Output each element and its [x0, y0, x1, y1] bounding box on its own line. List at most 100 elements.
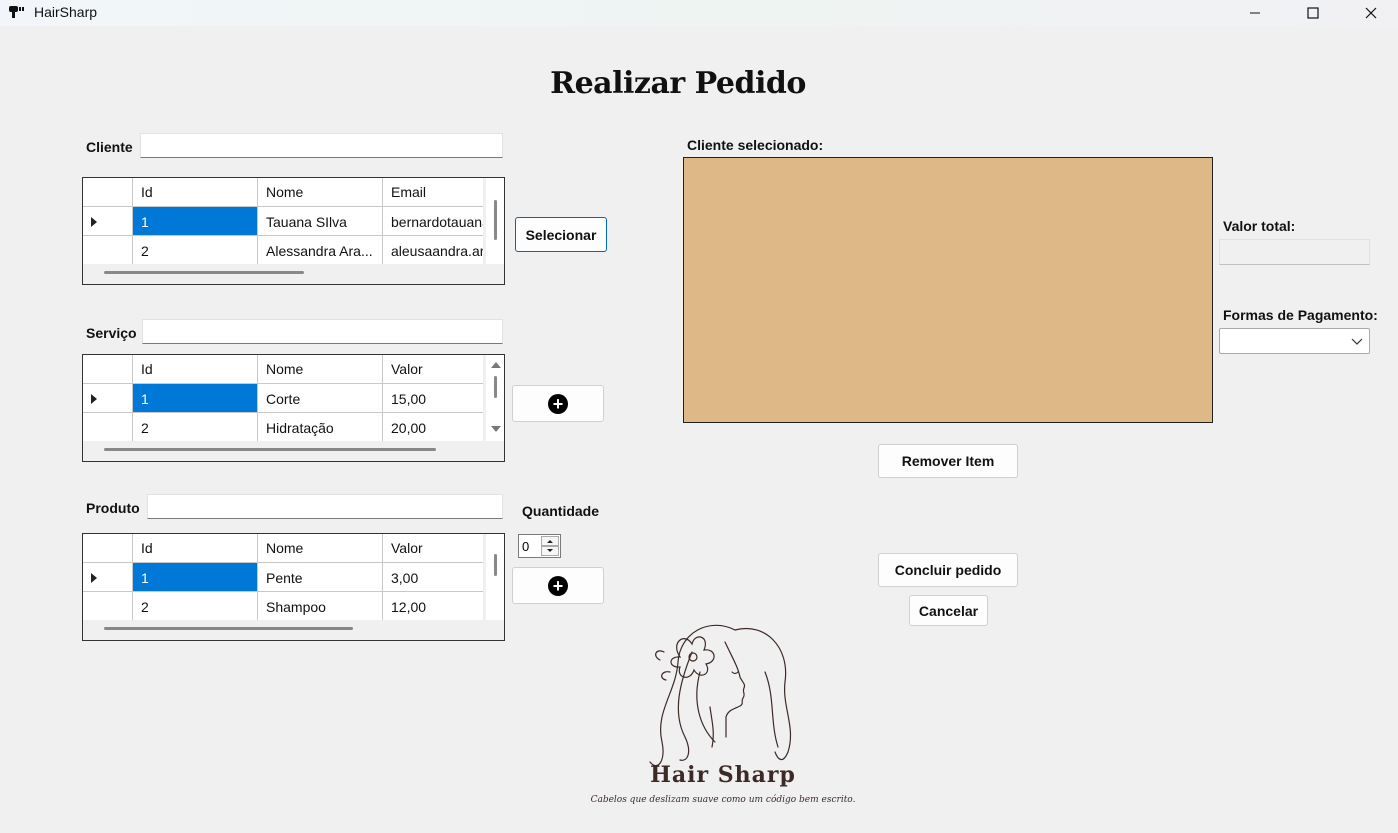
horizontal-scrollbar[interactable] [83, 264, 504, 284]
vertical-scrollbar[interactable] [486, 355, 504, 441]
cell-id[interactable]: 2 [133, 592, 258, 621]
plus-circle-icon: + [548, 393, 568, 414]
chevron-down-icon [1351, 338, 1363, 345]
cell-nome[interactable]: Hidratação [258, 413, 383, 442]
quantity-value[interactable]: 0 [522, 539, 529, 554]
horizontal-scrollbar[interactable] [83, 620, 504, 640]
hair-dryer-icon [9, 6, 24, 18]
brand-name: Hair Sharp [650, 762, 796, 788]
table-row[interactable]: 2 Hidratação 20,00 [83, 413, 483, 442]
servico-label: Serviço [86, 325, 137, 341]
quantidade-label: Quantidade [522, 503, 600, 519]
scrollbar-thumb[interactable] [494, 200, 497, 240]
cell-id[interactable]: 2 [133, 413, 258, 442]
valor-total-label: Valor total: [1223, 218, 1296, 234]
scroll-up-icon[interactable] [491, 362, 501, 368]
produto-label: Produto [86, 500, 140, 516]
row-selector[interactable] [83, 563, 133, 592]
row-selector[interactable] [83, 384, 133, 413]
row-header-corner [83, 178, 133, 207]
remover-item-button[interactable]: Remover Item [878, 444, 1018, 478]
table-row[interactable]: 2 Alessandra Ara... aleusaandra.ar [83, 236, 483, 265]
minimize-button[interactable] [1226, 0, 1284, 26]
grid-header-row: Id Nome Valor [83, 534, 483, 563]
cell-id[interactable]: 1 [133, 384, 258, 413]
cliente-selecionado-label: Cliente selecionado: [687, 137, 824, 153]
cell-nome[interactable]: Shampoo [258, 592, 383, 621]
horizontal-scrollbar[interactable] [83, 441, 504, 461]
close-button[interactable] [1342, 0, 1398, 26]
cell-email[interactable]: aleusaandra.ar [383, 236, 483, 265]
concluir-pedido-button[interactable]: Concluir pedido [878, 553, 1018, 587]
produto-search-input[interactable] [147, 494, 503, 519]
current-row-arrow-icon [91, 573, 97, 583]
cell-id[interactable]: 1 [133, 563, 258, 592]
vertical-scrollbar[interactable] [486, 534, 504, 620]
cell-valor[interactable]: 3,00 [383, 563, 483, 592]
scrollbar-thumb[interactable] [104, 448, 436, 451]
cell-valor[interactable]: 15,00 [383, 384, 483, 413]
cliente-grid: Id Nome Email 1 Tauana SIlva bernardotau… [82, 177, 505, 285]
row-header-corner [83, 534, 133, 563]
maximize-icon [1307, 7, 1319, 19]
cell-nome[interactable]: Pente [258, 563, 383, 592]
add-servico-button[interactable]: + [512, 385, 604, 422]
maximize-button[interactable] [1284, 0, 1342, 26]
cell-valor[interactable]: 20,00 [383, 413, 483, 442]
column-header-valor[interactable]: Valor [383, 355, 483, 384]
scroll-down-icon[interactable] [491, 426, 501, 432]
produto-grid: Id Nome Valor 1 Pente 3,00 2 Shampoo 12,… [82, 533, 505, 641]
cell-email[interactable]: bernardotauana [383, 207, 483, 236]
close-icon [1365, 7, 1377, 19]
table-row[interactable]: 1 Tauana SIlva bernardotauana [83, 207, 483, 236]
current-row-arrow-icon [91, 217, 97, 227]
page-title: Realizar Pedido [550, 66, 806, 101]
spin-up-button[interactable] [541, 536, 559, 546]
row-selector[interactable] [83, 236, 133, 265]
column-header-id[interactable]: Id [133, 178, 258, 207]
selecionar-button[interactable]: Selecionar [515, 217, 607, 252]
table-row[interactable]: 1 Corte 15,00 [83, 384, 483, 413]
table-row[interactable]: 2 Shampoo 12,00 [83, 592, 483, 621]
cancelar-button[interactable]: Cancelar [909, 595, 988, 626]
grid-header-row: Id Nome Valor [83, 355, 483, 384]
cell-id[interactable]: 2 [133, 236, 258, 265]
column-header-nome[interactable]: Nome [258, 534, 383, 563]
row-selector[interactable] [83, 413, 133, 442]
cell-valor[interactable]: 12,00 [383, 592, 483, 621]
cliente-label: Cliente [86, 139, 133, 155]
scrollbar-thumb[interactable] [104, 627, 353, 630]
quantity-stepper[interactable]: 0 [518, 534, 561, 558]
row-header-corner [83, 355, 133, 384]
row-selector[interactable] [83, 207, 133, 236]
cliente-search-input[interactable] [140, 133, 503, 158]
scrollbar-thumb[interactable] [104, 271, 304, 274]
cell-nome[interactable]: Corte [258, 384, 383, 413]
column-header-nome[interactable]: Nome [258, 355, 383, 384]
window-title: HairSharp [34, 4, 98, 20]
spin-down-button[interactable] [541, 546, 559, 556]
row-selector[interactable] [83, 592, 133, 621]
column-header-id[interactable]: Id [133, 534, 258, 563]
chevron-down-icon [547, 549, 553, 552]
cell-nome[interactable]: Alessandra Ara... [258, 236, 383, 265]
scrollbar-thumb[interactable] [494, 554, 497, 576]
table-row[interactable]: 1 Pente 3,00 [83, 563, 483, 592]
column-header-valor[interactable]: Valor [383, 534, 483, 563]
brand-tagline: Cabelos que deslizam suave como um códig… [590, 795, 856, 805]
vertical-scrollbar[interactable] [486, 178, 504, 264]
formas-pagamento-label: Formas de Pagamento: [1223, 307, 1378, 323]
column-header-email[interactable]: Email [383, 178, 483, 207]
cell-id[interactable]: 1 [133, 207, 258, 236]
plus-circle-icon: + [548, 575, 568, 596]
forma-pagamento-select[interactable] [1219, 328, 1370, 354]
grid-header-row: Id Nome Email [83, 178, 483, 207]
column-header-nome[interactable]: Nome [258, 178, 383, 207]
cell-nome[interactable]: Tauana SIlva [258, 207, 383, 236]
add-produto-button[interactable]: + [512, 567, 604, 604]
column-header-id[interactable]: Id [133, 355, 258, 384]
cart-items-list[interactable] [683, 157, 1213, 423]
title-bar: HairSharp [0, 0, 1398, 26]
scrollbar-thumb[interactable] [494, 376, 497, 398]
servico-search-input[interactable] [142, 319, 503, 344]
